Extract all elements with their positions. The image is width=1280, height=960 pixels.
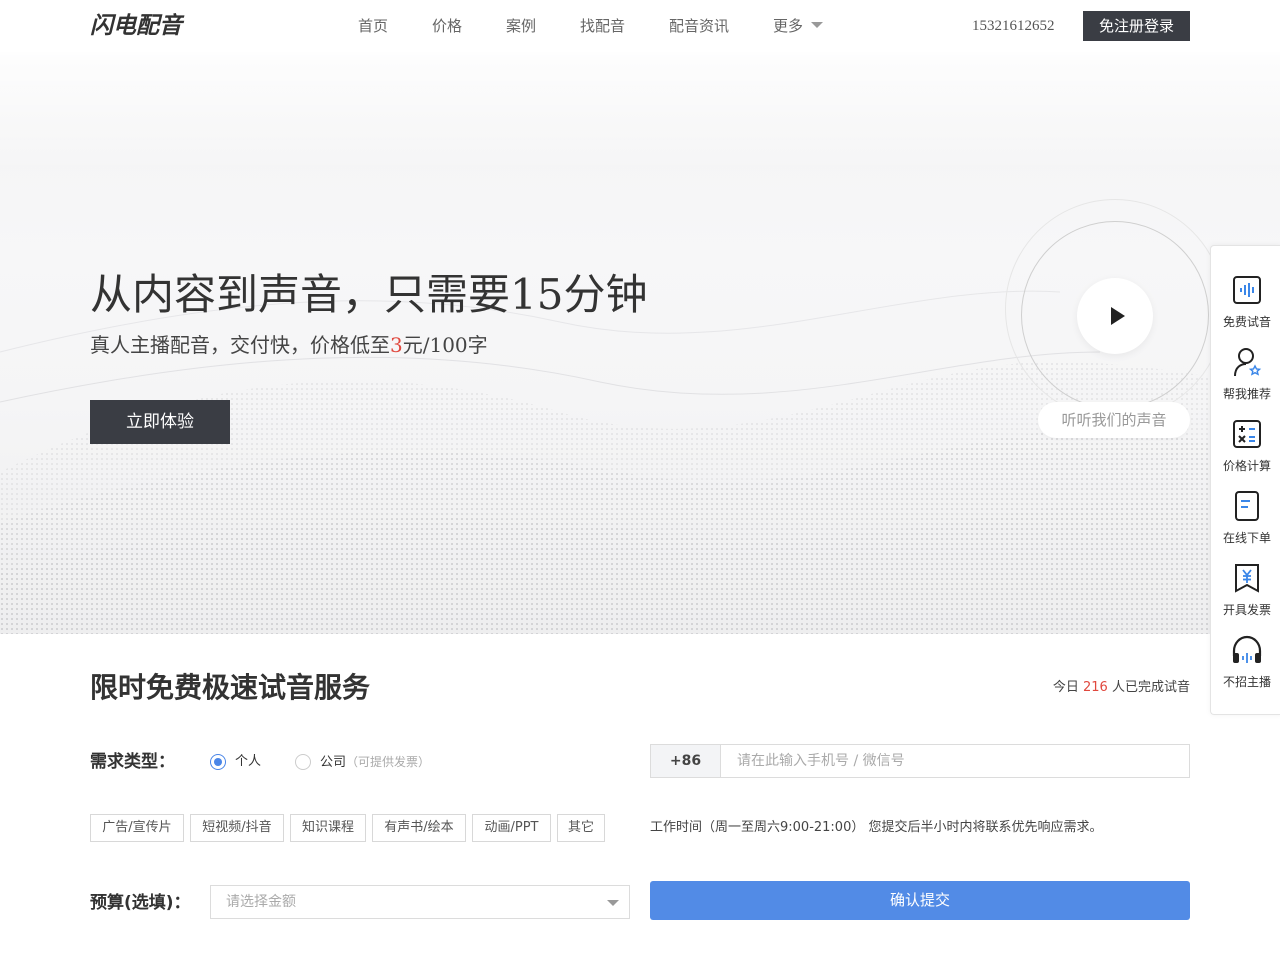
nav-item-pricing[interactable]: 价格 — [432, 15, 462, 37]
country-code[interactable]: +86 — [651, 745, 721, 777]
sidebar-item-free-trial[interactable]: 免费试音 — [1211, 274, 1280, 346]
tag-other[interactable]: 其它 — [557, 814, 605, 842]
contact-field: +86 — [650, 744, 1190, 778]
sidebar-item-order-online[interactable]: 在线下单 — [1211, 490, 1280, 562]
try-now-button[interactable]: 立即体验 — [90, 400, 230, 444]
hero-subtitle-prefix: 真人主播配音，交付快，价格低至 — [90, 333, 390, 357]
voice-wave-icon — [1233, 276, 1261, 304]
chevron-down-icon — [811, 21, 824, 28]
login-button[interactable]: 免注册登录 — [1083, 11, 1190, 41]
invoice-icon — [1235, 564, 1259, 593]
radio-company-hint: （可提供发票） — [346, 755, 431, 769]
chevron-down-icon — [607, 900, 619, 906]
sidebar-item-recommend[interactable]: 帮我推荐 — [1211, 346, 1280, 418]
sidebar-label: 在线下单 — [1222, 531, 1271, 545]
sidebar-item-price-calc[interactable]: 价格计算 — [1211, 418, 1280, 490]
sidebar-label: 价格计算 — [1222, 459, 1271, 473]
site-header: 闪电配音 首页 价格 案例 找配音 配音资讯 更多 15321612652 免注… — [0, 0, 1280, 52]
sidebar-label: 不招主播 — [1222, 675, 1271, 689]
headphones-icon — [1232, 635, 1262, 663]
play-button[interactable] — [1077, 278, 1153, 354]
site-logo[interactable]: 闪电配音 — [90, 12, 182, 40]
tag-ad[interactable]: 广告/宣传片 — [90, 814, 184, 842]
nav-more-label: 更多 — [773, 17, 804, 35]
radio-company-label: 公司 — [320, 755, 347, 770]
demand-type-label: 需求类型： — [90, 752, 175, 772]
tag-short-video[interactable]: 短视频/抖音 — [190, 814, 284, 842]
sidebar-label: 开具发票 — [1222, 603, 1271, 617]
tag-animation[interactable]: 动画/PPT — [472, 814, 551, 842]
hero-title: 从内容到声音，只需要15分钟 — [90, 270, 648, 319]
calculator-icon — [1233, 420, 1261, 448]
sidebar-label: 免费试音 — [1222, 315, 1271, 329]
tag-course[interactable]: 知识课程 — [290, 814, 366, 842]
budget-label: 预算(选填)： — [90, 893, 191, 913]
today-trial-count: 今日 216 人已完成试音 — [1040, 678, 1190, 698]
hero-price: 3 — [390, 333, 403, 357]
nav-item-news[interactable]: 配音资讯 — [669, 15, 729, 37]
contact-phone: 15321612652 — [972, 18, 1055, 34]
nav-item-more[interactable]: 更多 — [773, 15, 824, 37]
submit-button[interactable]: 确认提交 — [650, 881, 1190, 920]
order-form-icon — [1235, 491, 1259, 521]
budget-placeholder: 请选择金额 — [226, 894, 296, 910]
today-suffix: 人已完成试音 — [1111, 680, 1190, 695]
play-icon — [1111, 307, 1125, 325]
hero-banner: 从内容到声音，只需要15分钟 真人主播配音，交付快，价格低至3元/100字 立即… — [0, 52, 1280, 634]
today-count: 216 — [1083, 680, 1108, 695]
nav-item-cases[interactable]: 案例 — [506, 15, 536, 37]
budget-select[interactable]: 请选择金额 — [210, 885, 630, 919]
phone-wechat-input[interactable] — [722, 745, 1189, 777]
radio-personal-label: 个人 — [235, 754, 262, 769]
work-time-note: 工作时间（周一至周六9:00-21:00） 您提交后半小时内将联系优先响应需求。 — [650, 820, 1103, 835]
sidebar-label: 帮我推荐 — [1222, 387, 1271, 401]
section-title: 限时免费极速试音服务 — [90, 671, 371, 704]
user-star-icon — [1234, 348, 1262, 377]
nav-item-find-voice[interactable]: 找配音 — [580, 15, 625, 37]
radio-checked-icon — [210, 754, 226, 770]
listen-voices-button[interactable]: 听听我们的声音 — [1038, 402, 1190, 438]
radio-unchecked-icon — [295, 754, 311, 770]
radio-company-text: 公司（可提供发票） — [320, 754, 430, 771]
hero-subtitle: 真人主播配音，交付快，价格低至3元/100字 — [90, 330, 488, 360]
nav-item-home[interactable]: 首页 — [358, 15, 388, 37]
sidebar-item-recruit[interactable]: 不招主播 — [1211, 634, 1280, 706]
today-prefix: 今日 — [1052, 680, 1079, 695]
sidebar-item-invoice[interactable]: 开具发票 — [1211, 562, 1280, 634]
floating-sidebar: 免费试音 帮我推荐 价格计算 在线下单 开具发票 不招主播 — [1210, 245, 1280, 715]
tag-audiobook[interactable]: 有声书/绘本 — [372, 814, 466, 842]
hero-subtitle-suffix: 元/100字 — [402, 333, 488, 357]
